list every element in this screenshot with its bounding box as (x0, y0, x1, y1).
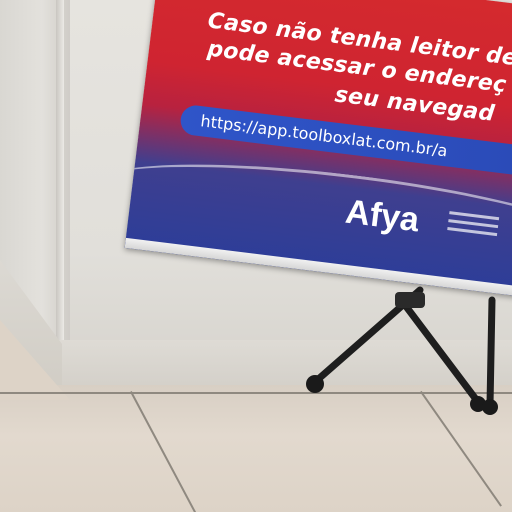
stand-foot-left (306, 375, 324, 393)
banner-stand (306, 286, 498, 415)
stand-foot-rear (482, 399, 498, 415)
photo-scene: Caso não tenha leitor de pode acessar o … (0, 0, 512, 512)
stand-leg-rear (486, 296, 496, 409)
stand-leg-right (401, 301, 482, 406)
stand-hinge (395, 292, 425, 308)
